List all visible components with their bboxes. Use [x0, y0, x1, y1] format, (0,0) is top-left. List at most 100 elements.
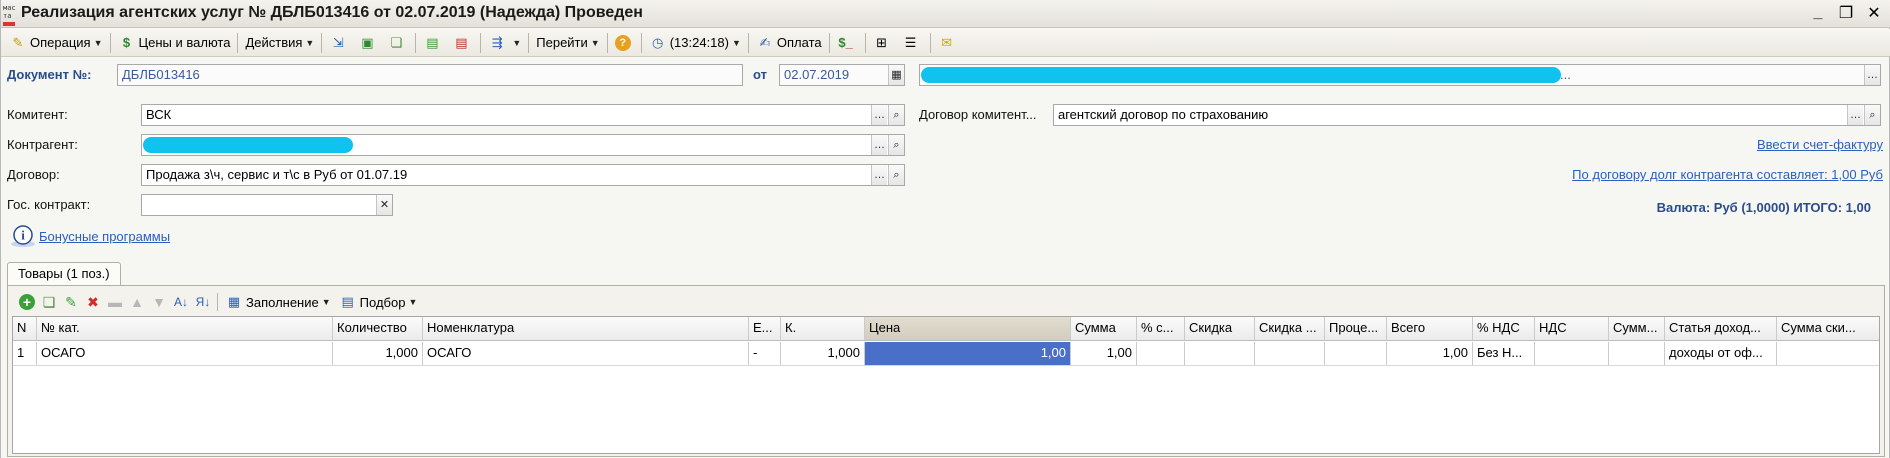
- committent-search-icon[interactable]: ⌕: [888, 105, 904, 125]
- cell-sum-2[interactable]: [1609, 342, 1665, 365]
- cell-total[interactable]: 1,00: [1387, 342, 1473, 365]
- cell-n[interactable]: 1: [13, 342, 37, 365]
- gov-contract-label: Гос. контракт:: [7, 197, 91, 212]
- cell-discount-sum[interactable]: [1777, 342, 1879, 365]
- end-edit-button[interactable]: ▬: [104, 291, 126, 313]
- copy-button[interactable]: ❏: [383, 31, 412, 55]
- committent-select-icon[interactable]: …: [871, 105, 887, 125]
- cell-nomenclature[interactable]: ОСАГО: [423, 342, 749, 365]
- col-nomenclature[interactable]: Номенклатура: [423, 317, 749, 340]
- table-row[interactable]: 1 ОСАГО 1,000 ОСАГО - 1,000 1,00 1,00 1,…: [13, 342, 1879, 366]
- contract-field[interactable]: Продажа з\ч, сервис и т\с в Руб от 01.07…: [141, 164, 905, 186]
- col-income-item[interactable]: Статья доход...: [1665, 317, 1777, 340]
- goods-table[interactable]: N № кат. Количество Номенклатура Е... К.…: [12, 316, 1880, 454]
- cell-vat-rate[interactable]: Без Н...: [1473, 342, 1535, 365]
- cell-sum[interactable]: 1,00: [1071, 342, 1137, 365]
- col-unit[interactable]: Е...: [749, 317, 781, 340]
- help-button[interactable]: ?: [611, 31, 638, 55]
- contract-select-icon[interactable]: …: [871, 165, 887, 185]
- envelope-button[interactable]: ✉: [934, 31, 963, 55]
- dt-kt-button[interactable]: $ _: [833, 31, 862, 55]
- date-field[interactable]: 02.07.2019 ▦: [779, 64, 905, 86]
- committent-contract-field[interactable]: агентский договор по страхованию … ⌕: [1053, 104, 1881, 126]
- calendar-icon[interactable]: ▦: [888, 65, 904, 85]
- cell-percent[interactable]: [1325, 342, 1387, 365]
- restore-icon[interactable]: ❐: [1835, 2, 1857, 24]
- col-sum-2[interactable]: Сумм...: [1609, 317, 1665, 340]
- prices-currency-button[interactable]: $ Цены и валюта: [114, 31, 235, 55]
- copy-row-button[interactable]: ❏: [38, 291, 60, 313]
- go-menu[interactable]: Перейти ▼: [532, 31, 603, 55]
- col-price[interactable]: Цена: [865, 317, 1071, 340]
- committent-contract-label: Договор комитент...: [919, 107, 1037, 122]
- committent-contract-search-icon[interactable]: ⌕: [1864, 105, 1880, 125]
- cell-quantity[interactable]: 1,000: [333, 342, 423, 365]
- structure-button[interactable]: ⊞: [869, 31, 898, 55]
- committent-field[interactable]: ВСК … ⌕: [141, 104, 905, 126]
- minimize-icon[interactable]: _: [1807, 2, 1829, 24]
- bonus-programs-link[interactable]: Бонусные программы: [39, 229, 170, 244]
- col-n[interactable]: N: [13, 317, 37, 340]
- post-button[interactable]: ▣: [354, 31, 383, 55]
- organization-select-icon[interactable]: …: [1864, 65, 1880, 85]
- col-discount-sum[interactable]: Сумма ски...: [1777, 317, 1879, 340]
- counterparty-select-icon[interactable]: …: [871, 135, 887, 155]
- time-menu[interactable]: ◷ (13:24:18) ▼: [645, 31, 745, 55]
- col-vat-rate[interactable]: % НДС: [1473, 317, 1535, 340]
- cell-price[interactable]: 1,00: [865, 342, 1071, 365]
- counterparty-debt-link[interactable]: По договору долг контрагента составляет:…: [1572, 167, 1883, 182]
- cell-income-item[interactable]: доходы от оф...: [1665, 342, 1777, 365]
- app-icon-text: мас та: [3, 4, 16, 20]
- cell-cat-no[interactable]: ОСАГО: [37, 342, 333, 365]
- cell-vat[interactable]: [1535, 342, 1609, 365]
- doc-number-field[interactable]: ДБЛБ013416: [117, 64, 743, 86]
- delete-row-button[interactable]: ✖: [82, 291, 104, 313]
- col-cat-no[interactable]: № кат.: [37, 317, 333, 340]
- list-button[interactable]: ☰: [898, 31, 927, 55]
- payment-button[interactable]: ✍ Оплата: [752, 31, 826, 55]
- go-label: Перейти: [536, 35, 588, 50]
- col-total[interactable]: Всего: [1387, 317, 1473, 340]
- contract-value: Продажа з\ч, сервис и т\с в Руб от 01.07…: [146, 167, 408, 182]
- close-icon[interactable]: ✕: [1863, 2, 1885, 24]
- cell-discount-pct[interactable]: [1137, 342, 1185, 365]
- sort-asc-button[interactable]: A↓: [170, 291, 192, 313]
- save-button[interactable]: ⇲: [325, 31, 354, 55]
- move-down-button[interactable]: ▼: [148, 291, 170, 313]
- cell-discount-2[interactable]: [1255, 342, 1325, 365]
- based-on-icon: ⇶: [491, 34, 503, 50]
- committent-contract-value: агентский договор по страхованию: [1058, 107, 1269, 122]
- window-title: Реализация агентских услуг № ДБЛБ013416 …: [21, 4, 643, 21]
- add-row-button[interactable]: +: [16, 291, 38, 313]
- counterparty-search-icon[interactable]: ⌕: [888, 135, 904, 155]
- move-up-button[interactable]: ▲: [126, 291, 148, 313]
- col-coef[interactable]: К.: [781, 317, 865, 340]
- gov-contract-field[interactable]: ✕: [141, 194, 393, 216]
- unpost-button[interactable]: ▤: [448, 31, 477, 55]
- actions-menu[interactable]: Действия ▼: [241, 31, 318, 55]
- edit-row-button[interactable]: ✎: [60, 291, 82, 313]
- copy-row-icon: ❏: [42, 293, 56, 310]
- col-sum[interactable]: Сумма: [1071, 317, 1137, 340]
- based-on-menu[interactable]: ⇶ ▼: [484, 31, 525, 55]
- svg-text:i: i: [21, 228, 25, 243]
- cell-unit[interactable]: -: [749, 342, 781, 365]
- selection-menu[interactable]: ▤ Подбор ▼: [335, 290, 422, 314]
- clear-icon[interactable]: ✕: [376, 195, 392, 215]
- committent-contract-select-icon[interactable]: …: [1847, 105, 1863, 125]
- sort-desc-button[interactable]: Я↓: [192, 291, 214, 313]
- print-button[interactable]: ▤: [419, 31, 448, 55]
- col-discount-2[interactable]: Скидка ...: [1255, 317, 1325, 340]
- col-vat[interactable]: НДС: [1535, 317, 1609, 340]
- cell-coef[interactable]: 1,000: [781, 342, 865, 365]
- col-discount-pct[interactable]: % с...: [1137, 317, 1185, 340]
- col-discount[interactable]: Скидка: [1185, 317, 1255, 340]
- fill-menu[interactable]: ▦ Заполнение ▼: [221, 290, 335, 314]
- operation-menu[interactable]: ✎ Операция ▼: [5, 31, 107, 55]
- enter-invoice-link[interactable]: Ввести счет-фактуру: [1757, 137, 1883, 152]
- col-percent[interactable]: Проце...: [1325, 317, 1387, 340]
- tab-goods[interactable]: Товары (1 поз.): [7, 262, 121, 286]
- col-quantity[interactable]: Количество: [333, 317, 423, 340]
- contract-search-icon[interactable]: ⌕: [888, 165, 904, 185]
- cell-discount[interactable]: [1185, 342, 1255, 365]
